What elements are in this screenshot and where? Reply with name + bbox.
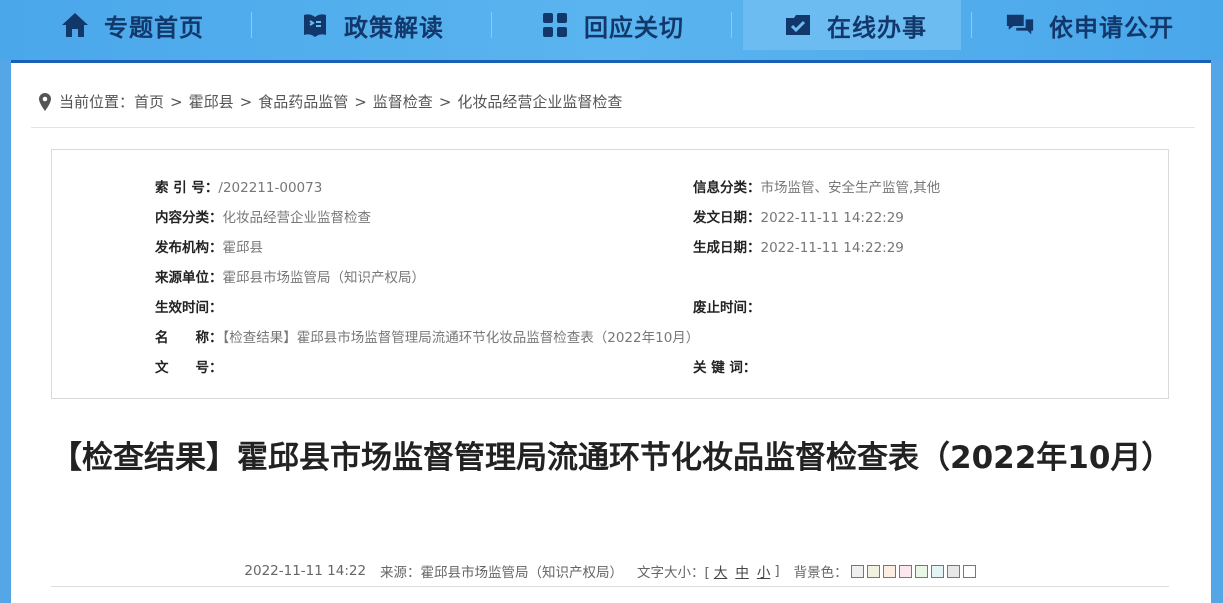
bg-color-label: 背景色： — [793, 565, 848, 581]
meta-org: 发布机构：霍邱县 — [155, 240, 263, 256]
breadcrumb-separator: > — [170, 92, 183, 111]
bg-color-swatch-3[interactable] — [882, 564, 896, 578]
nav-online-service-label: 在线办事 — [827, 13, 927, 42]
nav-divider — [251, 12, 252, 38]
breadcrumb-food-drug[interactable]: 食品药品监管 — [258, 91, 348, 112]
meta-name: 名 称：【检查结果】霍邱县市场监督管理局流通环节化妆品监督检查表（2022年10… — [155, 330, 700, 346]
top-navigation: 专题首页 政策解读 回应关切 在线办事 依申请公开 — [0, 0, 1223, 60]
grid-icon — [540, 10, 570, 40]
breadcrumb-home[interactable]: 首页 — [134, 91, 164, 112]
bg-color-swatch-6[interactable] — [930, 564, 944, 578]
breadcrumb-county[interactable]: 霍邱县 — [189, 91, 234, 112]
nav-response-label: 回应关切 — [584, 13, 684, 42]
article-title: 【检查结果】霍邱县市场监督管理局流通环节化妆品监督检查表（2022年10月） — [51, 440, 1173, 476]
briefcase-check-icon — [783, 10, 813, 40]
breadcrumb-prefix: 当前位置： — [59, 93, 135, 111]
meta-index: 索 引 号：/202211-00073 — [155, 180, 323, 196]
book-icon — [300, 10, 330, 40]
font-size-close: ] — [774, 563, 780, 579]
bg-color-swatch-2[interactable] — [866, 564, 880, 578]
nav-public-request[interactable]: 依申请公开 — [1005, 0, 1174, 50]
info-divider — [51, 586, 1169, 587]
nav-home[interactable]: 专题首页 — [60, 0, 204, 50]
bg-color-swatch-4[interactable] — [898, 564, 912, 578]
breadcrumb-inspection[interactable]: 监督检查 — [373, 91, 433, 112]
nav-policy-label: 政策解读 — [344, 13, 444, 42]
font-size-medium-button[interactable]: 中 — [735, 561, 749, 581]
meta-effective: 生效时间： — [155, 300, 223, 316]
meta-gen-date: 生成日期：2022-11-11 14:22:29 — [693, 240, 904, 256]
metadata-table: 索 引 号：/202211-00073 信息分类：市场监管、安全生产监管,其他 … — [51, 149, 1169, 399]
nav-public-request-label: 依申请公开 — [1049, 13, 1174, 42]
home-icon — [60, 10, 90, 40]
breadcrumb: 当前位置： 首页 > 霍邱县 > 食品药品监管 > 监督检查 > 化妆品经营企业… — [39, 91, 622, 112]
meta-content-type: 内容分类：化妆品经营企业监督检查 — [155, 210, 371, 226]
breadcrumb-cosmetics[interactable]: 化妆品经营企业监督检查 — [457, 91, 622, 112]
breadcrumb-divider — [31, 127, 1195, 128]
breadcrumb-separator: > — [239, 92, 253, 111]
nav-response[interactable]: 回应关切 — [540, 0, 684, 50]
bg-color-swatches — [848, 563, 976, 579]
bg-color-swatch-7[interactable] — [946, 564, 960, 578]
breadcrumb-separator: > — [354, 92, 367, 111]
font-size-label: 文字大小：[ — [637, 565, 710, 581]
meta-keywords: 关 键 词： — [693, 360, 757, 376]
nav-policy[interactable]: 政策解读 — [300, 0, 444, 50]
article-info-bar: 2022-11-11 14:22 来源：霍邱县市场监管局（知识产权局） 文字大小… — [51, 561, 1169, 581]
content-card: 当前位置： 首页 > 霍邱县 > 食品药品监管 > 监督检查 > 化妆品经营企业… — [11, 60, 1211, 603]
meta-source: 来源单位：霍邱县市场监管局（知识产权局） — [155, 270, 425, 286]
bg-color-swatch-1[interactable] — [850, 564, 864, 578]
meta-expire: 废止时间： — [693, 300, 761, 316]
font-size-large-button[interactable]: 大 — [714, 561, 728, 581]
meta-docno: 文 号： — [155, 360, 223, 376]
chat-icon — [1005, 10, 1035, 40]
article-source: 来源：霍邱县市场监管局（知识产权局） — [380, 565, 624, 581]
nav-divider — [731, 12, 732, 38]
nav-divider — [491, 12, 492, 38]
nav-divider — [971, 12, 972, 38]
bg-color-swatch-8[interactable] — [962, 564, 976, 578]
location-pin-icon — [39, 92, 51, 111]
meta-issue-date: 发文日期：2022-11-11 14:22:29 — [693, 210, 904, 226]
nav-home-label: 专题首页 — [104, 13, 204, 42]
breadcrumb-separator: > — [438, 92, 452, 111]
article-date: 2022-11-11 14:22 — [244, 563, 367, 579]
bg-color-swatch-5[interactable] — [914, 564, 928, 578]
meta-category: 信息分类：市场监管、安全生产监管,其他 — [693, 180, 941, 196]
font-size-small-button[interactable]: 小 — [757, 561, 771, 581]
nav-online-service[interactable]: 在线办事 — [743, 0, 961, 50]
